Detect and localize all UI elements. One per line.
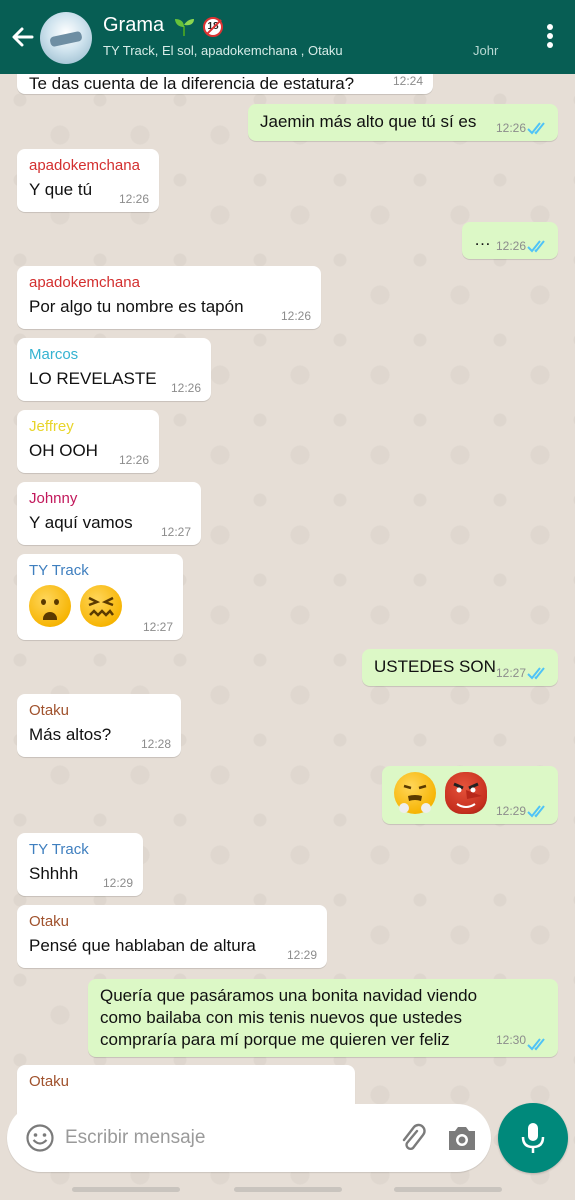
sender-name[interactable]: Otaku <box>29 702 169 719</box>
message-bubble-incoming[interactable]: Marcos LO REVELASTE 12:26 <box>17 338 211 401</box>
message-input[interactable] <box>65 1120 365 1156</box>
sender-name[interactable]: apadokemchana <box>29 157 147 174</box>
group-avatar[interactable] <box>40 12 92 64</box>
double-check-icon <box>527 805 545 818</box>
participants-list: TY Track, El sol, apadokemchana , Otaku <box>103 43 343 58</box>
sender-name[interactable]: Marcos <box>29 346 199 363</box>
double-check-icon <box>527 240 545 253</box>
message-line: compraría para mí porque me quieren ver … <box>100 1030 450 1049</box>
sender-name[interactable]: TY Track <box>29 841 131 858</box>
avatar-image <box>49 30 83 48</box>
steam-nose-face-emoji <box>394 772 436 814</box>
message-time: 12:26 <box>495 239 526 253</box>
system-nav-bar <box>0 1180 575 1200</box>
message-bubble-incoming[interactable]: Johnny Y aquí vamos 12:27 <box>17 482 201 545</box>
paperclip-icon[interactable] <box>397 1122 429 1154</box>
message-time: 12:27 <box>160 525 191 539</box>
confounded-face-emoji <box>79 585 122 627</box>
message-time: 12:26 <box>118 192 149 206</box>
message-bubble-incoming[interactable]: TY Track 12:27 <box>17 554 183 640</box>
chat-title: Grama <box>103 14 165 36</box>
message-bubble-outgoing[interactable]: Quería que pasáramos una bonita navidad … <box>88 979 558 1057</box>
message-text: Te das cuenta de la diferencia de estatu… <box>29 74 355 93</box>
sender-name[interactable]: Otaku <box>29 913 315 930</box>
sender-name[interactable]: Otaku <box>29 1073 343 1090</box>
sender-name[interactable]: Johnny <box>29 490 189 507</box>
message-time: 12:30 <box>495 1033 526 1047</box>
message-bubble-outgoing[interactable]: Jaemin más alto que tú sí es 12:26 <box>248 104 558 141</box>
double-check-icon <box>527 667 545 680</box>
message-time: 12:29 <box>102 876 133 890</box>
message-bubble-incoming[interactable]: Otaku Pensé que hablaban de altura 12:29 <box>17 905 327 968</box>
nav-handle[interactable] <box>72 1187 180 1192</box>
double-check-icon <box>527 1038 545 1051</box>
tengu-mask-emoji <box>444 772 487 814</box>
message-bubble-incoming[interactable]: apadokemchana Y que tú 12:26 <box>17 149 159 212</box>
nav-handle[interactable] <box>394 1187 502 1192</box>
message-time: 12:26 <box>495 121 526 135</box>
message-bubble-outgoing[interactable]: … 12:26 <box>462 222 558 259</box>
message-time: 12:27 <box>495 666 526 680</box>
message-text: Pensé que hablaban de altura <box>29 936 256 955</box>
microphone-icon <box>521 1123 545 1153</box>
message-composer <box>7 1104 491 1172</box>
microphone-button[interactable] <box>498 1103 568 1173</box>
message-bubble-incoming[interactable]: TY Track Shhhh 12:29 <box>17 833 143 896</box>
frowning-face-emoji <box>29 585 71 627</box>
message-text: Por algo tu nombre es tapón <box>29 297 244 316</box>
seedling-icon <box>174 18 194 36</box>
participants-overflow: Johr <box>473 43 499 58</box>
sender-name[interactable]: TY Track <box>29 562 171 579</box>
message-line: como bailaba con mis tenis nuevos que us… <box>100 1008 462 1027</box>
message-bubble-outgoing[interactable]: USTEDES SON 12:27 <box>362 649 558 686</box>
age-18-badge: 18 <box>203 16 224 37</box>
message-time: 12:26 <box>280 309 311 323</box>
message-bubble-outgoing[interactable]: 12:29 <box>382 766 558 824</box>
back-arrow-icon[interactable] <box>8 20 38 54</box>
message-time: 12:29 <box>495 804 526 818</box>
smiley-icon[interactable] <box>25 1123 55 1153</box>
message-time: 12:26 <box>118 453 149 467</box>
double-check-icon <box>527 122 545 135</box>
message-time: 12:24 <box>392 74 423 88</box>
message-time: 12:26 <box>170 381 201 395</box>
message-line: Quería que pasáramos una bonita navidad … <box>100 986 478 1005</box>
chat-participants: TY Track, El sol, apadokemchana , Otaku … <box>103 43 503 58</box>
sender-name[interactable]: apadokemchana <box>29 274 309 291</box>
message-time: 12:28 <box>140 737 171 751</box>
sender-name[interactable]: Jeffrey <box>29 418 147 435</box>
message-time: 12:29 <box>286 948 317 962</box>
message-bubble-incoming[interactable]: apadokemchana Por algo tu nombre es tapó… <box>17 266 321 329</box>
nav-handle[interactable] <box>234 1187 342 1192</box>
message-bubble-incoming[interactable]: Otaku Más altos? 12:28 <box>17 694 181 757</box>
message-bubble-incoming[interactable]: Jeffrey OH OOH 12:26 <box>17 410 159 473</box>
overflow-menu-icon[interactable] <box>545 24 555 50</box>
message-time: 12:27 <box>142 620 173 634</box>
chat-info[interactable]: Grama 18 TY Track, El sol, apadokemchana… <box>103 14 503 58</box>
camera-icon[interactable] <box>445 1122 479 1154</box>
chat-header: Grama 18 TY Track, El sol, apadokemchana… <box>0 0 575 74</box>
